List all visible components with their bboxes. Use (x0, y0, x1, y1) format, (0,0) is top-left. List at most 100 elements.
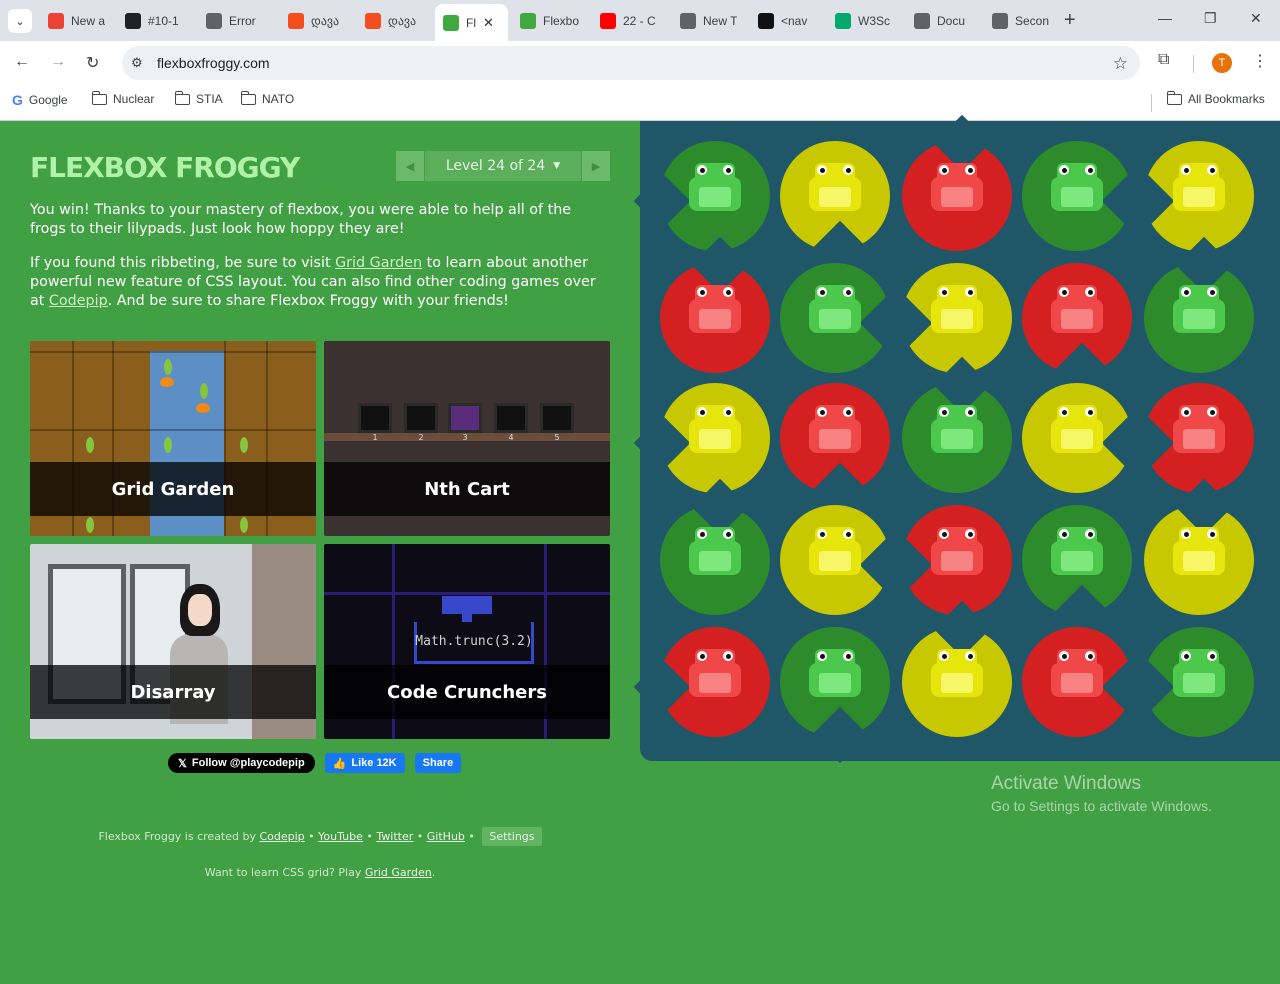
carrot-leaf (240, 437, 248, 453)
browser-chrome: ⌄ New a #10-1 Error დავა დავა Fl ✕ Flexbo 22 - C… (0, 0, 1280, 121)
devdocs-icon (758, 13, 774, 29)
extensions-icon[interactable]: ⧉ (1158, 51, 1169, 69)
facebook-share-button[interactable]: Share (414, 753, 462, 773)
tab[interactable]: Secon (984, 6, 1060, 36)
tab[interactable]: Fl ✕ (435, 4, 508, 41)
game-title: Disarray (30, 665, 316, 719)
next-level-button[interactable]: ▶ (582, 151, 610, 181)
site-info-icon[interactable]: ⚙ (131, 55, 149, 71)
level-dropdown[interactable]: Level 24 of 24 ▼ (425, 151, 581, 181)
red-frog (1171, 405, 1227, 461)
tab[interactable]: დავა (280, 6, 355, 36)
profile-avatar[interactable]: T (1212, 53, 1232, 73)
reload-button[interactable]: ↻ (86, 53, 99, 73)
back-button[interactable]: ← (14, 53, 30, 71)
red-lilypad (902, 114, 1012, 251)
mine-cart: 1 (358, 403, 392, 442)
game-title: Nth Cart (324, 462, 610, 516)
green-lilypad (1144, 236, 1254, 373)
previous-level-button[interactable]: ◀ (396, 151, 424, 181)
yellow-frog (807, 163, 863, 219)
page-content: FLEXBOX FROGGY ◀ Level 24 of 24 ▼ ▶ You … (0, 114, 1280, 984)
bookmark-stia[interactable]: STIA (175, 90, 223, 106)
red-lilypad (1022, 627, 1159, 737)
yellow-lilypad (1144, 478, 1254, 615)
minimize-button[interactable]: — (1158, 10, 1172, 26)
close-window-button[interactable]: ✕ (1250, 10, 1262, 27)
green-lilypad (633, 141, 770, 251)
frog-icon (520, 13, 536, 29)
footer-link-grid-garden[interactable]: Grid Garden (365, 866, 432, 879)
folder-icon (241, 90, 256, 105)
green-lilypad (902, 356, 1012, 493)
gmail-icon (48, 13, 64, 29)
game-title: Code Crunchers (324, 665, 610, 719)
all-bookmarks[interactable]: All Bookmarks (1167, 90, 1265, 106)
tab-label: <nav (781, 14, 808, 28)
lilypad-notch (633, 172, 691, 230)
tab-label: New T (703, 14, 738, 28)
share-text-3: . And be sure to share Flexbox Froggy wi… (107, 293, 509, 309)
restore-button[interactable]: ❐ (1204, 10, 1217, 27)
yellow-frog (929, 285, 985, 341)
omnibox[interactable]: ⚙ ☆ (122, 46, 1140, 80)
tab-search-button[interactable]: ⌄ (8, 9, 32, 33)
globe-icon (914, 13, 930, 29)
footer-link-codepip[interactable]: Codepip (259, 830, 304, 843)
footer-link-twitter[interactable]: Twitter (376, 830, 413, 843)
green-frog (1049, 163, 1105, 219)
bookmark-star-icon[interactable]: ☆ (1113, 54, 1128, 74)
grid-line (324, 592, 610, 595)
tab[interactable]: Docu (906, 6, 982, 36)
menu-icon[interactable]: ⋮ (1252, 51, 1268, 71)
carrot (196, 403, 210, 413)
forward-button[interactable]: → (50, 53, 66, 71)
contact-card-icon (125, 13, 141, 29)
follow-label: Follow @playcodepip (191, 757, 305, 769)
tab[interactable]: Error (198, 6, 278, 36)
tab-label: New a (71, 14, 106, 28)
footer-text: . (431, 866, 436, 879)
bookmark-nato[interactable]: NATO (241, 90, 295, 106)
bookmark-label: NATO (262, 92, 295, 106)
red-lilypad (633, 627, 770, 737)
tab-label: დავა (311, 14, 340, 28)
address-input[interactable] (157, 55, 1057, 71)
follow-button[interactable]: 𝕏 Follow @playcodepip (168, 753, 315, 773)
bookmark-google[interactable]: G Google (12, 92, 68, 108)
tab[interactable]: 22 - C (592, 6, 670, 36)
globe-icon (680, 13, 696, 29)
red-lilypad (660, 236, 770, 373)
tab[interactable]: New a (40, 6, 115, 36)
code-expression: Math.trunc(3.2) (414, 622, 534, 664)
new-tab-button[interactable]: + (1064, 9, 1076, 32)
tab[interactable]: #10-1 (117, 6, 196, 36)
yellow-frog (687, 405, 743, 461)
yellow-lilypad (780, 505, 917, 615)
codepip-link[interactable]: Codepip (49, 293, 108, 309)
tab[interactable]: <nav (750, 6, 825, 36)
footer-link-github[interactable]: GitHub (427, 830, 465, 843)
game-card-disarray[interactable]: Disarray (30, 544, 316, 739)
game-card-grid-garden[interactable]: Grid Garden (30, 341, 316, 536)
settings-button[interactable]: Settings (482, 827, 542, 846)
cart-number: 3 (462, 433, 468, 442)
grid-garden-link[interactable]: Grid Garden (335, 255, 422, 271)
green-frog (687, 527, 743, 583)
footer-link-youtube[interactable]: YouTube (318, 830, 363, 843)
bookmark-nuclear[interactable]: Nuclear (92, 90, 154, 106)
tab[interactable]: W3Sc (827, 6, 904, 36)
facebook-like-button[interactable]: 👍 Like 12K (324, 753, 405, 773)
tab[interactable]: Flexbo (512, 6, 590, 36)
game-card-nth-cart[interactable]: 1 2 3 4 5 Nth Cart (324, 341, 610, 536)
close-tab-icon[interactable]: ✕ (483, 15, 494, 31)
figma-icon (365, 13, 381, 29)
bookmarks-divider (1151, 94, 1152, 112)
green-lilypad (780, 263, 917, 373)
game-card-code-crunchers[interactable]: Math.trunc(3.2) Code Crunchers (324, 544, 610, 739)
carrot-leaf (164, 359, 172, 375)
tab[interactable]: დავა (357, 6, 433, 36)
tab[interactable]: New T (672, 6, 748, 36)
footer-text: Flexbox Froggy is created by (98, 830, 256, 843)
watermark-title: Activate Windows (991, 773, 1141, 794)
